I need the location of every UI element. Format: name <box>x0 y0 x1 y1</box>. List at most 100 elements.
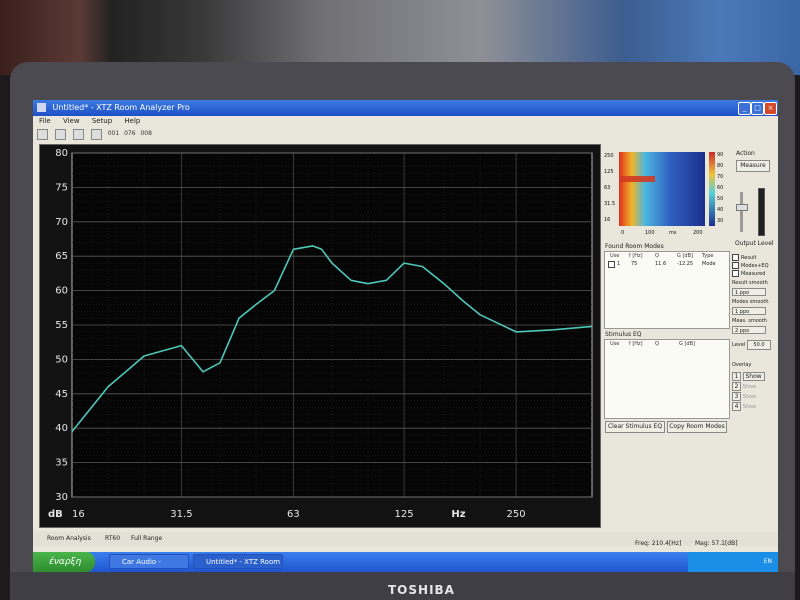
maximize-button[interactable]: □ <box>751 102 764 115</box>
y-tick-label: 55 <box>55 320 68 331</box>
menu-setup[interactable]: Setup <box>92 117 112 125</box>
tab-room-analysis[interactable]: Room Analysis <box>47 535 91 542</box>
status-freq: Freq: 210.4[Hz] <box>635 540 682 547</box>
frequency-response-graph[interactable]: 80 75 70 65 60 55 50 45 40 35 30 dB 16 31.5 63 125 250 Hz <box>39 144 601 528</box>
copy-room-modes-button[interactable]: Copy Room Modes <box>667 421 727 433</box>
x-axis-unit: Hz <box>451 509 465 520</box>
waterfall-peak <box>619 176 655 182</box>
overlay-4[interactable]: 4 Show <box>732 402 765 412</box>
overlay-1-number[interactable]: 1 <box>732 372 741 381</box>
result-smooth-select[interactable]: 1 ppo <box>732 288 766 296</box>
x-tick-label: 125 <box>395 509 414 520</box>
toolbar-label-1[interactable]: 001 <box>108 128 119 140</box>
menu-view[interactable]: View <box>63 117 80 125</box>
overlay-3[interactable]: 3 Show <box>732 392 765 402</box>
language-indicator[interactable]: EN <box>764 558 772 565</box>
overlay-4-number[interactable]: 4 <box>732 402 741 411</box>
option-result[interactable]: Result <box>732 254 769 262</box>
print-icon[interactable] <box>90 129 102 140</box>
y-tick-label: 80 <box>55 148 68 159</box>
row-type: Mode <box>702 261 716 267</box>
laptop-brand-logo: TOSHIBA <box>388 583 455 597</box>
color-scale-tick: 80 <box>717 163 723 169</box>
option-modes-eq-label: Modes+EQ <box>741 263 769 269</box>
color-scale-tick: 40 <box>717 207 723 213</box>
y-tick-label: 70 <box>55 217 68 228</box>
start-button[interactable]: έναρξη <box>33 552 95 572</box>
meas-smooth-select[interactable]: 2 ppo <box>732 326 766 334</box>
option-measured[interactable]: Measured <box>732 270 769 278</box>
start-label: έναρξη <box>49 557 82 567</box>
taskbar-item-room-analyzer[interactable]: Untitled* - XTZ Room ... <box>193 554 283 569</box>
taskbar-item-label: Car Audio - Crossove... <box>122 558 161 566</box>
overlay-list: 1 Show 2 Show 3 Show 4 Show <box>732 372 765 412</box>
row-index: 1 <box>617 261 621 267</box>
waterfall-x-tick: 200 <box>693 230 703 236</box>
overlay-2[interactable]: 2 Show <box>732 382 765 392</box>
toolbar-label-2[interactable]: 076 <box>124 128 135 140</box>
output-level-meter <box>758 188 765 236</box>
output-level-label: Output Level <box>735 240 774 247</box>
new-file-icon[interactable] <box>37 129 48 140</box>
level-input[interactable]: 50.0 <box>747 340 771 350</box>
waterfall-x-tick: 0 <box>621 230 624 236</box>
waterfall-plot[interactable]: 250 125 63 31.5 16 0 100 ms 200 90 80 70 60 50 40 30 <box>603 148 733 240</box>
room-modes-label: Found Room Modes <box>605 243 664 250</box>
option-modes-eq[interactable]: Modes+EQ <box>732 262 769 270</box>
col-use: Use <box>610 253 620 259</box>
system-tray: EN <box>688 552 778 572</box>
minimize-button[interactable]: _ <box>738 102 751 115</box>
window-titlebar[interactable]: Untitled* - XTZ Room Analyzer Pro _ □ × <box>33 100 778 116</box>
output-level-slider-track <box>740 192 743 232</box>
result-smooth-label: Result smooth <box>732 280 768 286</box>
stimulus-eq-table[interactable]: Use f [Hz] Q G [dB] <box>604 339 730 419</box>
waterfall-y-tick: 125 <box>604 169 614 175</box>
measure-button[interactable]: Measure <box>736 160 770 172</box>
modes-smooth-select[interactable]: 1 ppo <box>732 307 766 315</box>
menu-file[interactable]: File <box>39 117 51 125</box>
y-tick-label: 60 <box>55 286 68 297</box>
overlay-3-number[interactable]: 3 <box>732 392 741 401</box>
modes-eq-checkbox[interactable] <box>732 262 739 269</box>
row-q: 11.6 <box>655 261 667 267</box>
row-use-checkbox[interactable] <box>608 261 615 268</box>
overlay-3-show[interactable]: Show <box>743 394 757 400</box>
save-icon[interactable] <box>72 129 84 140</box>
menu-help[interactable]: Help <box>124 117 140 125</box>
menu-bar: File View Setup Help <box>33 116 778 127</box>
open-folder-icon[interactable] <box>54 129 66 140</box>
tab-full-range[interactable]: Full Range <box>131 535 162 542</box>
output-level-slider[interactable] <box>736 204 748 211</box>
measured-checkbox[interactable] <box>732 270 739 277</box>
color-scale-tick: 90 <box>717 152 723 158</box>
app-icon <box>37 103 46 112</box>
room-modes-table[interactable]: Use f [Hz] Q G [dB] Type 1 75 11.6 -12.2… <box>604 251 730 329</box>
stimulus-eq-label: Stimulus EQ <box>605 331 642 338</box>
modes-smooth-label: Modes smooth <box>732 299 769 305</box>
close-button[interactable]: × <box>764 102 777 115</box>
color-scale-tick: 60 <box>717 185 723 191</box>
clear-stimulus-eq-button[interactable]: Clear Stimulus EQ <box>605 421 665 433</box>
toolbar-label-3[interactable]: 008 <box>140 128 151 140</box>
overlay-1-show[interactable]: Show <box>742 372 765 381</box>
display-options: Result Modes+EQ Measured <box>732 254 769 278</box>
overlay-1[interactable]: 1 Show <box>732 372 765 382</box>
overlay-4-show[interactable]: Show <box>743 404 757 410</box>
waterfall-y-tick: 63 <box>604 185 610 191</box>
level-label: Level <box>732 342 746 348</box>
overlay-2-number[interactable]: 2 <box>732 382 741 391</box>
overlay-2-show[interactable]: Show <box>743 384 757 390</box>
y-tick-label: 65 <box>55 251 68 262</box>
waterfall-y-tick: 31.5 <box>604 201 615 207</box>
col-q: Q <box>655 341 659 347</box>
y-tick-label: 30 <box>55 492 68 503</box>
tab-rt60[interactable]: RT60 <box>105 535 120 542</box>
x-tick-label: 250 <box>507 509 526 520</box>
window-title: Untitled* - XTZ Room Analyzer Pro <box>52 103 190 112</box>
col-freq: f [Hz] <box>629 253 643 259</box>
col-use: Use <box>610 341 620 347</box>
result-checkbox[interactable] <box>732 254 739 261</box>
x-tick-label: 31.5 <box>170 509 192 520</box>
taskbar-item-car-audio[interactable]: Car Audio - Crossove... <box>109 554 189 569</box>
waterfall-y-tick: 250 <box>604 153 614 159</box>
